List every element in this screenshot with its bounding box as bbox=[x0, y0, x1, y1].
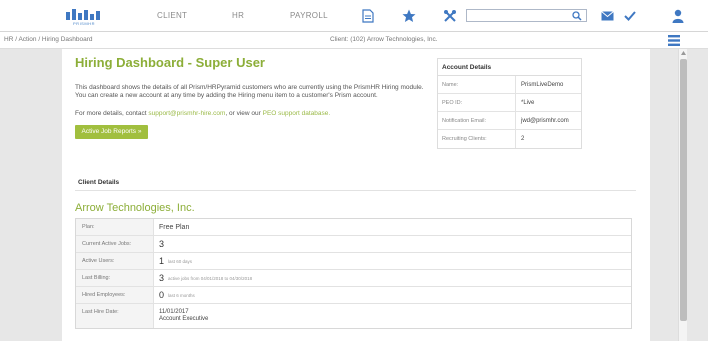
document-icon[interactable] bbox=[360, 8, 376, 24]
row-value: 0 last 6 months bbox=[154, 287, 631, 303]
support-database-link[interactable]: PEO support database. bbox=[263, 110, 331, 117]
nav-hr[interactable]: HR bbox=[232, 11, 244, 20]
account-value: PrismLiveDemo bbox=[521, 82, 564, 88]
row-label: Last Billing: bbox=[76, 270, 154, 286]
client-selector[interactable]: Client: (102) Arrow Technologies, Inc. bbox=[330, 36, 438, 43]
support-email-link[interactable]: support@prismhr-hire.com bbox=[148, 110, 225, 117]
account-details-heading: Account Details bbox=[438, 59, 581, 76]
row-value: 11/01/2017 Account Executive bbox=[154, 304, 631, 328]
row-label: Current Active Jobs: bbox=[76, 236, 154, 252]
account-value: jwd@prismhr.com bbox=[521, 118, 569, 124]
row-value: 3 active jobs from 04/01/2018 to 04/30/20… bbox=[154, 270, 631, 286]
account-row: Notification Email: jwd@prismhr.com bbox=[438, 112, 581, 130]
row-label: Hired Employees: bbox=[76, 287, 154, 303]
last-hire-date: 11/01/2017 bbox=[159, 308, 189, 315]
hamburger-menu-icon[interactable] bbox=[668, 35, 680, 46]
account-details-card: Account Details Name: PrismLiveDemo PEO … bbox=[437, 58, 582, 149]
breadcrumb-bar: HR / Action / Hiring Dashboard Client: (… bbox=[0, 32, 708, 49]
contact-middle: , or view our bbox=[225, 110, 261, 117]
company-name: Arrow Technologies, Inc. bbox=[75, 202, 195, 214]
active-job-reports-button[interactable]: Active Job Reports » bbox=[75, 125, 148, 139]
page-title: Hiring Dashboard - Super User bbox=[75, 55, 265, 70]
row-label: Last Hire Date: bbox=[76, 304, 154, 328]
search-icon[interactable] bbox=[572, 11, 582, 21]
contact-prefix: For more details, contact bbox=[75, 110, 147, 117]
row-note: last 6 months bbox=[168, 292, 195, 298]
active-jobs-count: 3 bbox=[159, 239, 165, 249]
row-value: Free Plan bbox=[154, 219, 631, 235]
logo-text: PRISMHR bbox=[73, 21, 95, 26]
table-row: Active Users: 1 last 60 days bbox=[76, 253, 631, 270]
billing-count: 3 bbox=[159, 273, 165, 283]
nav-payroll[interactable]: PAYROLL bbox=[290, 11, 328, 20]
account-value: *Live bbox=[521, 100, 535, 106]
tools-icon[interactable] bbox=[442, 8, 458, 24]
account-label: Recruiting Clients: bbox=[438, 130, 516, 148]
mail-icon[interactable] bbox=[599, 8, 615, 24]
top-navbar: PRISMHR CLIENT HR PAYROLL bbox=[0, 0, 708, 32]
client-details-heading: Client Details bbox=[78, 179, 120, 186]
table-row: Last Hire Date: 11/01/2017 Account Execu… bbox=[76, 304, 631, 328]
hired-count: 0 bbox=[159, 290, 165, 300]
logo-mark-icon bbox=[66, 9, 100, 20]
table-row: Hired Employees: 0 last 6 months bbox=[76, 287, 631, 304]
scrollbar-thumb[interactable] bbox=[680, 59, 687, 321]
user-profile-icon[interactable] bbox=[670, 8, 686, 24]
plan-value: Free Plan bbox=[159, 223, 190, 231]
contact-text: For more details, contact support@prismh… bbox=[75, 110, 435, 117]
client-details-table: Plan: Free Plan Current Active Jobs: 3 A… bbox=[75, 218, 632, 329]
account-row: PEO ID: *Live bbox=[438, 94, 581, 112]
search-input[interactable] bbox=[467, 16, 567, 27]
account-label: PEO ID: bbox=[438, 94, 516, 111]
breadcrumb[interactable]: HR / Action / Hiring Dashboard bbox=[4, 36, 93, 43]
row-value: 3 bbox=[154, 236, 631, 252]
table-row: Current Active Jobs: 3 bbox=[76, 236, 631, 253]
last-hire-position: Account Executive bbox=[159, 316, 209, 322]
table-row: Plan: Free Plan bbox=[76, 219, 631, 236]
row-value: 1 last 60 days bbox=[154, 253, 631, 269]
account-row: Name: PrismLiveDemo bbox=[438, 76, 581, 94]
row-label: Plan: bbox=[76, 219, 154, 235]
account-label: Notification Email: bbox=[438, 112, 516, 129]
vertical-scrollbar[interactable] bbox=[678, 49, 687, 341]
active-users-count: 1 bbox=[159, 256, 165, 266]
account-row: Recruiting Clients: 2 bbox=[438, 130, 581, 148]
scroll-up-arrow-icon[interactable] bbox=[681, 51, 686, 55]
account-label: Name: bbox=[438, 76, 516, 93]
table-row: Last Billing: 3 active jobs from 04/01/20… bbox=[76, 270, 631, 287]
nav-client[interactable]: CLIENT bbox=[157, 11, 187, 20]
row-note: last 60 days bbox=[168, 258, 193, 264]
search-box bbox=[466, 9, 587, 27]
row-label: Active Users: bbox=[76, 253, 154, 269]
checkmark-icon[interactable] bbox=[622, 8, 638, 24]
intro-text: This dashboard shows the details of all … bbox=[75, 84, 424, 99]
row-note: active jobs from 04/01/2018 to 04/30/201… bbox=[168, 275, 253, 281]
account-value: 2 bbox=[521, 136, 525, 142]
prismhr-logo[interactable]: PRISMHR bbox=[62, 8, 106, 26]
star-icon[interactable] bbox=[401, 8, 417, 24]
divider bbox=[75, 190, 636, 191]
